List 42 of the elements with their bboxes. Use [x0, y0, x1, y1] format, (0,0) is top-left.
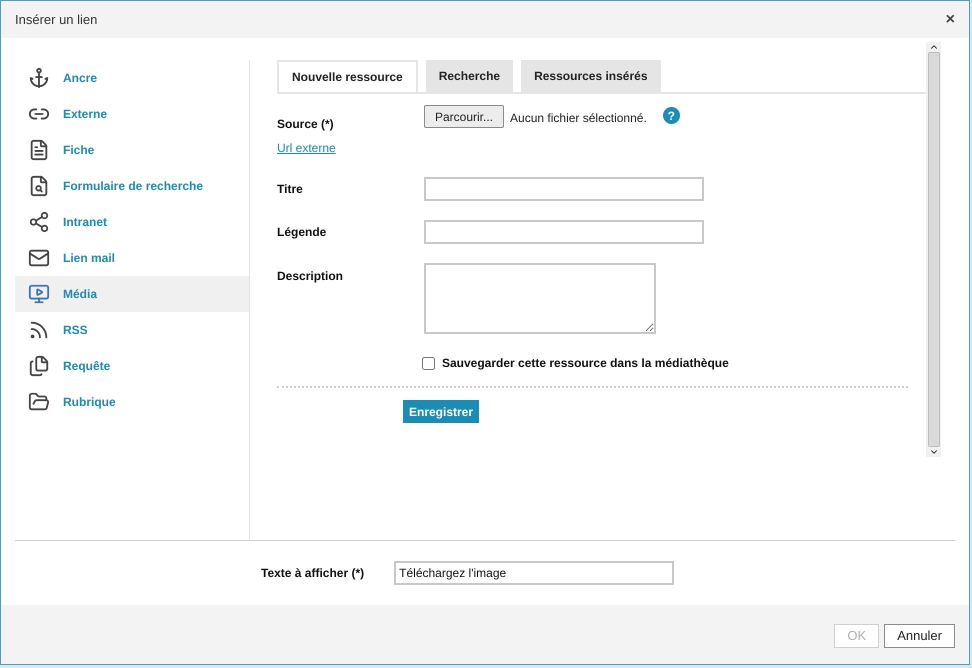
field-label: Description	[277, 268, 344, 285]
network-nodes-icon	[28, 211, 50, 233]
document-search-icon	[28, 175, 50, 197]
help-icon[interactable]: ?	[662, 107, 680, 124]
folder-icon	[28, 391, 50, 413]
field-label: Texte à afficher (*)	[261, 565, 364, 582]
text-field[interactable]	[424, 220, 704, 244]
anchor-icon	[28, 67, 50, 89]
text-field[interactable]	[424, 177, 704, 201]
envelope-icon	[28, 247, 50, 269]
field-label: Source (*)	[277, 116, 335, 133]
sidebar-item[interactable]: Formulaire de recherche	[15, 168, 249, 204]
sidebar-item[interactable]: Ancre	[15, 60, 249, 96]
field-label: Titre	[277, 181, 304, 198]
cancel-button[interactable]: Annuler	[884, 624, 955, 648]
sidebar-item[interactable]: Fiche	[15, 132, 249, 168]
field-label: Légende	[277, 224, 328, 241]
sidebar-item[interactable]: Requête	[15, 348, 249, 384]
browse-button[interactable]: Parcourir...	[424, 105, 504, 128]
window-title: Insérer un lien	[15, 10, 98, 29]
sidebar-item[interactable]: Média	[15, 276, 249, 312]
file-status: Aucun fichier sélectionné.	[510, 110, 647, 127]
checkbox-label: Sauvegarder cette ressource dans la médiathèque	[442, 355, 729, 372]
document-icon	[28, 139, 50, 161]
external-url-link[interactable]: Url externe	[277, 139, 424, 157]
display-text-field[interactable]: Téléchargez l'image	[394, 561, 674, 585]
description-field[interactable]	[424, 263, 656, 334]
tab[interactable]: Recherche	[426, 60, 514, 92]
sidebar-item[interactable]: RSS	[15, 312, 249, 348]
documents-icon	[28, 355, 50, 377]
sidebar-item[interactable]: Externe	[15, 96, 249, 132]
tab[interactable]: Nouvelle ressource	[277, 60, 418, 92]
save-button[interactable]: Enregistrer	[403, 400, 480, 423]
monitor-play-icon	[28, 283, 50, 305]
scrollbar[interactable]	[926, 42, 941, 457]
sidebar-item[interactable]: Intranet	[15, 204, 249, 240]
rss-icon	[28, 319, 50, 341]
sidebar-item[interactable]: Lien mail	[15, 240, 249, 276]
tab[interactable]: Ressources insérés	[521, 60, 660, 92]
checkbox[interactable]	[422, 356, 435, 370]
close-button[interactable]: ×	[946, 12, 955, 28]
sidebar-item[interactable]: Rubrique	[15, 384, 249, 420]
